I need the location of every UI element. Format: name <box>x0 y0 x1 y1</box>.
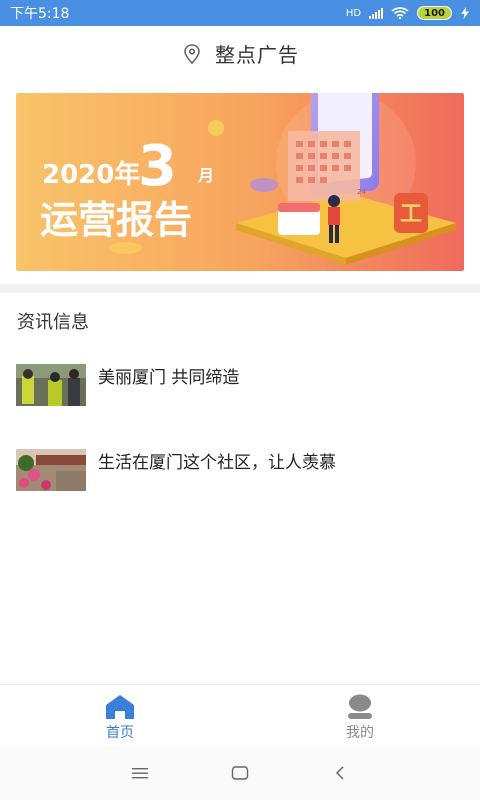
banner-year-text: 2020年 <box>42 159 140 190</box>
banner-month-suffix: 月 <box>197 166 214 185</box>
app-header: 整点广告 <box>0 26 480 81</box>
system-nav-bar <box>0 746 480 800</box>
news-thumbnail <box>16 364 86 406</box>
status-time: 下午5:18 <box>10 6 70 22</box>
home-nav-button[interactable] <box>230 763 250 783</box>
status-bar: 下午5:18 HD 100 <box>0 0 480 26</box>
news-item-title: 美丽厦门 共同缔造 <box>98 368 240 388</box>
wifi-icon <box>391 7 409 19</box>
charging-icon <box>461 7 469 19</box>
person-icon <box>348 694 372 719</box>
page-title: 整点广告 <box>215 43 299 67</box>
square-icon <box>231 766 249 780</box>
menu-icon <box>132 768 148 779</box>
status-indicators: HD 100 <box>346 6 470 20</box>
news-section-title: 资讯信息 <box>17 312 89 333</box>
network-type-label: HD <box>345 7 362 19</box>
news-item[interactable]: 美丽厦门 共同缔造 <box>16 364 466 406</box>
banner-month-number: 3 <box>138 134 177 199</box>
location-pin-icon[interactable] <box>181 43 203 65</box>
menu-button[interactable] <box>130 763 150 783</box>
banner-subtitle: 运营报告 <box>40 198 192 242</box>
svg-text:工: 工 <box>400 202 422 227</box>
calendar-badge: 24 <box>357 188 366 196</box>
bottom-tab-bar: 首页 我的 <box>0 684 480 746</box>
battery-indicator: 100 <box>417 6 452 20</box>
banner-artwork: 工 2020年 3 月 运营报告 24 <box>16 93 464 271</box>
news-item[interactable]: 生活在厦门这个社区，让人羡慕 <box>16 449 466 491</box>
chevron-left-icon <box>335 766 344 780</box>
signal-icon <box>369 7 384 19</box>
back-button[interactable] <box>330 763 350 783</box>
tab-home[interactable]: 首页 <box>0 685 240 746</box>
promo-banner[interactable]: 工 2020年 3 月 运营报告 24 <box>16 93 464 271</box>
tab-profile[interactable]: 我的 <box>240 685 480 746</box>
home-icon <box>106 695 134 719</box>
news-item-title: 生活在厦门这个社区，让人羡慕 <box>98 453 336 473</box>
section-divider <box>0 284 480 293</box>
news-thumbnail <box>16 449 86 491</box>
tab-profile-label: 我的 <box>346 725 374 741</box>
tab-home-label: 首页 <box>106 725 134 741</box>
